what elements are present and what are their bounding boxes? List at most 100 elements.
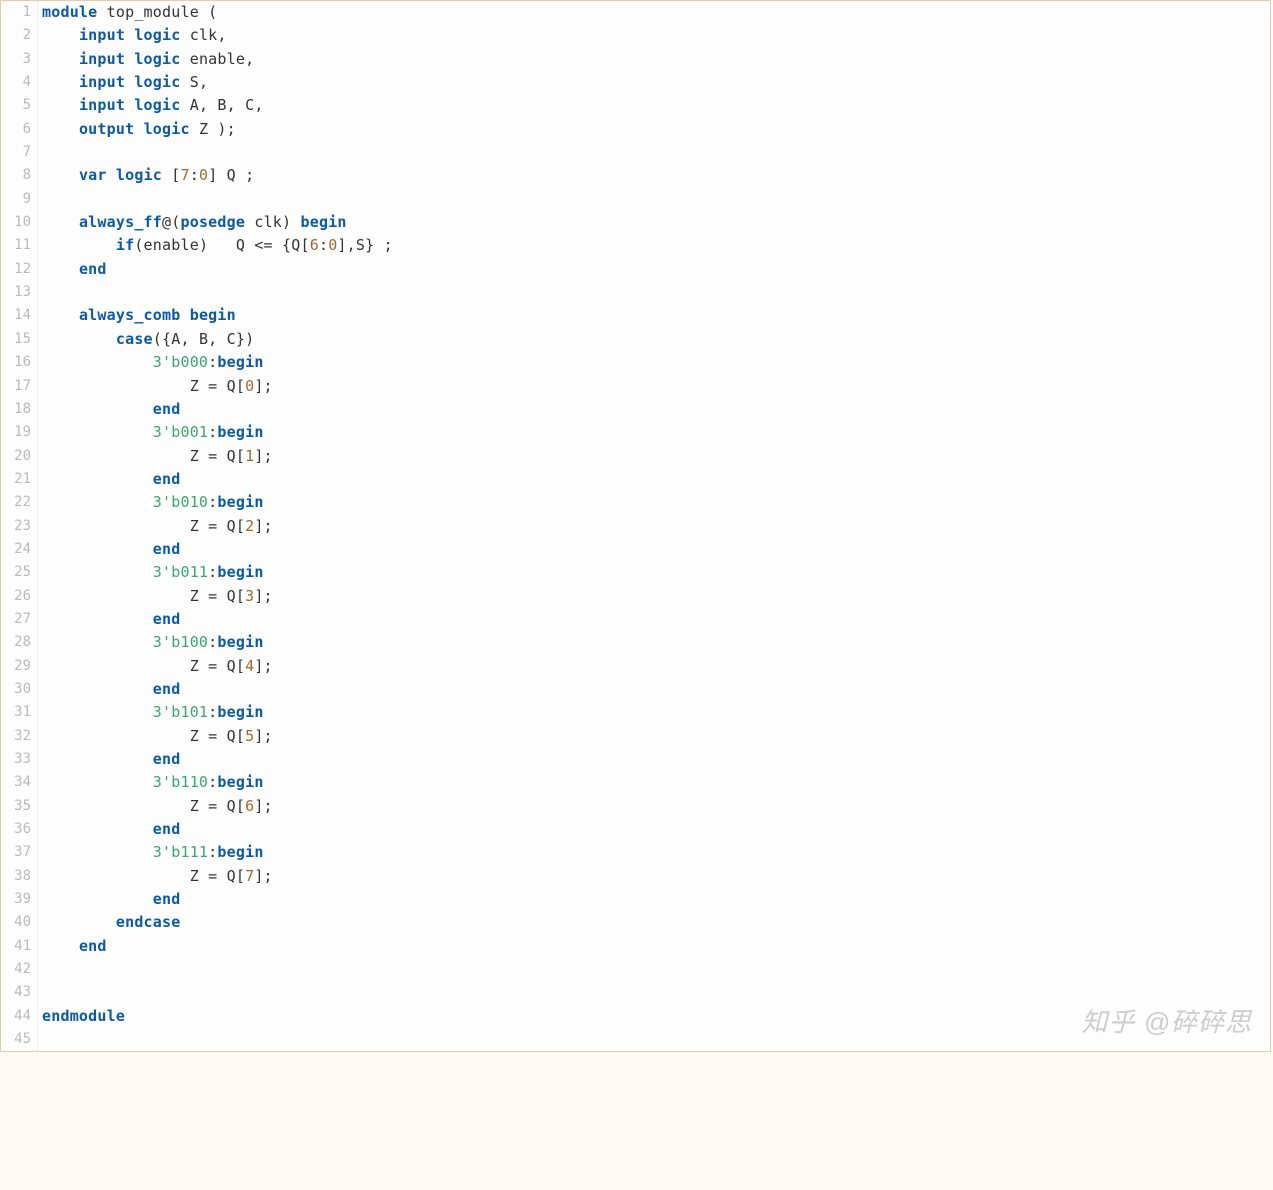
token-plain: clk) [245,213,300,231]
code-content: always_ff@(posedge clk) begin [38,211,347,234]
line-number: 41 [1,935,38,958]
token-type: logic [134,26,180,44]
line-number: 32 [1,725,38,748]
code-line: 42 [1,958,1270,981]
line-number: 27 [1,608,38,631]
code-content: 3'b111:begin [38,841,264,864]
token-kw: end [153,610,181,628]
token-plain [42,423,153,441]
line-number: 19 [1,421,38,444]
line-number: 22 [1,491,38,514]
token-plain: Z = Q[ [42,657,245,675]
code-line: 24 end [1,538,1270,561]
code-line: 38 Z = Q[7]; [1,865,1270,888]
line-number: 4 [1,71,38,94]
code-content: 3'b100:begin [38,631,264,654]
code-line: 16 3'b000:begin [1,351,1270,374]
line-number: 21 [1,468,38,491]
code-content: end [38,748,180,771]
code-line: 7 [1,141,1270,164]
token-plain: Z = Q[ [42,797,245,815]
token-plain [42,306,79,324]
token-idx: 0 [199,166,208,184]
code-content: 3'b011:begin [38,561,264,584]
code-line: 21 end [1,468,1270,491]
code-content: Z = Q[1]; [38,445,273,468]
token-num: 3'b110 [153,773,208,791]
token-plain [42,120,79,138]
token-plain [42,330,116,348]
line-number: 30 [1,678,38,701]
code-line: 8 var logic [7:0] Q ; [1,164,1270,187]
token-idx: 6 [310,236,319,254]
code-block: 知乎 @碎碎思 1module top_module (2 input logi… [0,0,1271,1052]
token-plain [125,73,134,91]
line-number: 39 [1,888,38,911]
token-kw: end [153,470,181,488]
code-line: 41 end [1,935,1270,958]
token-kw: input [79,50,125,68]
code-line: 28 3'b100:begin [1,631,1270,654]
line-number: 8 [1,164,38,187]
code-line: 19 3'b001:begin [1,421,1270,444]
code-content: 3'b101:begin [38,701,264,724]
token-kw: begin [217,563,263,581]
code-content: end [38,678,180,701]
token-plain [42,563,153,581]
line-number: 33 [1,748,38,771]
code-line: 23 Z = Q[2]; [1,515,1270,538]
line-number: 24 [1,538,38,561]
token-plain [42,820,153,838]
code-content [38,188,42,211]
token-plain [42,703,153,721]
token-plain: ({A, B, C}) [153,330,255,348]
code-line: 35 Z = Q[6]; [1,795,1270,818]
token-kw: input [79,73,125,91]
line-number: 26 [1,585,38,608]
code-line: 14 always_comb begin [1,304,1270,327]
code-content: always_comb begin [38,304,236,327]
token-idx: 4 [245,657,254,675]
code-line: 43 [1,981,1270,1004]
code-content: end [38,608,180,631]
token-plain: A, B, C, [180,96,263,114]
code-content: Z = Q[2]; [38,515,273,538]
token-plain [42,913,116,931]
line-number: 6 [1,118,38,141]
line-number: 29 [1,655,38,678]
line-number: 5 [1,94,38,117]
code-content: end [38,258,107,281]
token-kw: module [42,3,97,21]
code-content [38,141,42,164]
token-plain: Z = Q[ [42,727,245,745]
line-number: 12 [1,258,38,281]
line-number: 13 [1,281,38,304]
line-number: 9 [1,188,38,211]
token-plain: ] Q ; [208,166,254,184]
token-plain: S, [180,73,208,91]
code-line: 6 output logic Z ); [1,118,1270,141]
token-plain [180,306,189,324]
token-type: logic [116,166,162,184]
token-kw: output [79,120,134,138]
code-content: 3'b110:begin [38,771,264,794]
code-line: 22 3'b010:begin [1,491,1270,514]
code-line: 27 end [1,608,1270,631]
code-line: 9 [1,188,1270,211]
code-line: 15 case({A, B, C}) [1,328,1270,351]
token-kw: begin [190,306,236,324]
line-number: 23 [1,515,38,538]
token-plain: Z = Q[ [42,587,245,605]
code-content: end [38,398,180,421]
code-content: endmodule [38,1005,125,1028]
code-content: if(enable) Q <= {Q[6:0],S} ; [38,234,393,257]
token-plain [42,890,153,908]
token-plain [42,213,79,231]
token-num: 3'b010 [153,493,208,511]
code-line: 17 Z = Q[0]; [1,375,1270,398]
token-kw: end [153,890,181,908]
code-line: 12 end [1,258,1270,281]
code-content: endcase [38,911,180,934]
token-kw: endcase [116,913,181,931]
line-number: 40 [1,911,38,934]
